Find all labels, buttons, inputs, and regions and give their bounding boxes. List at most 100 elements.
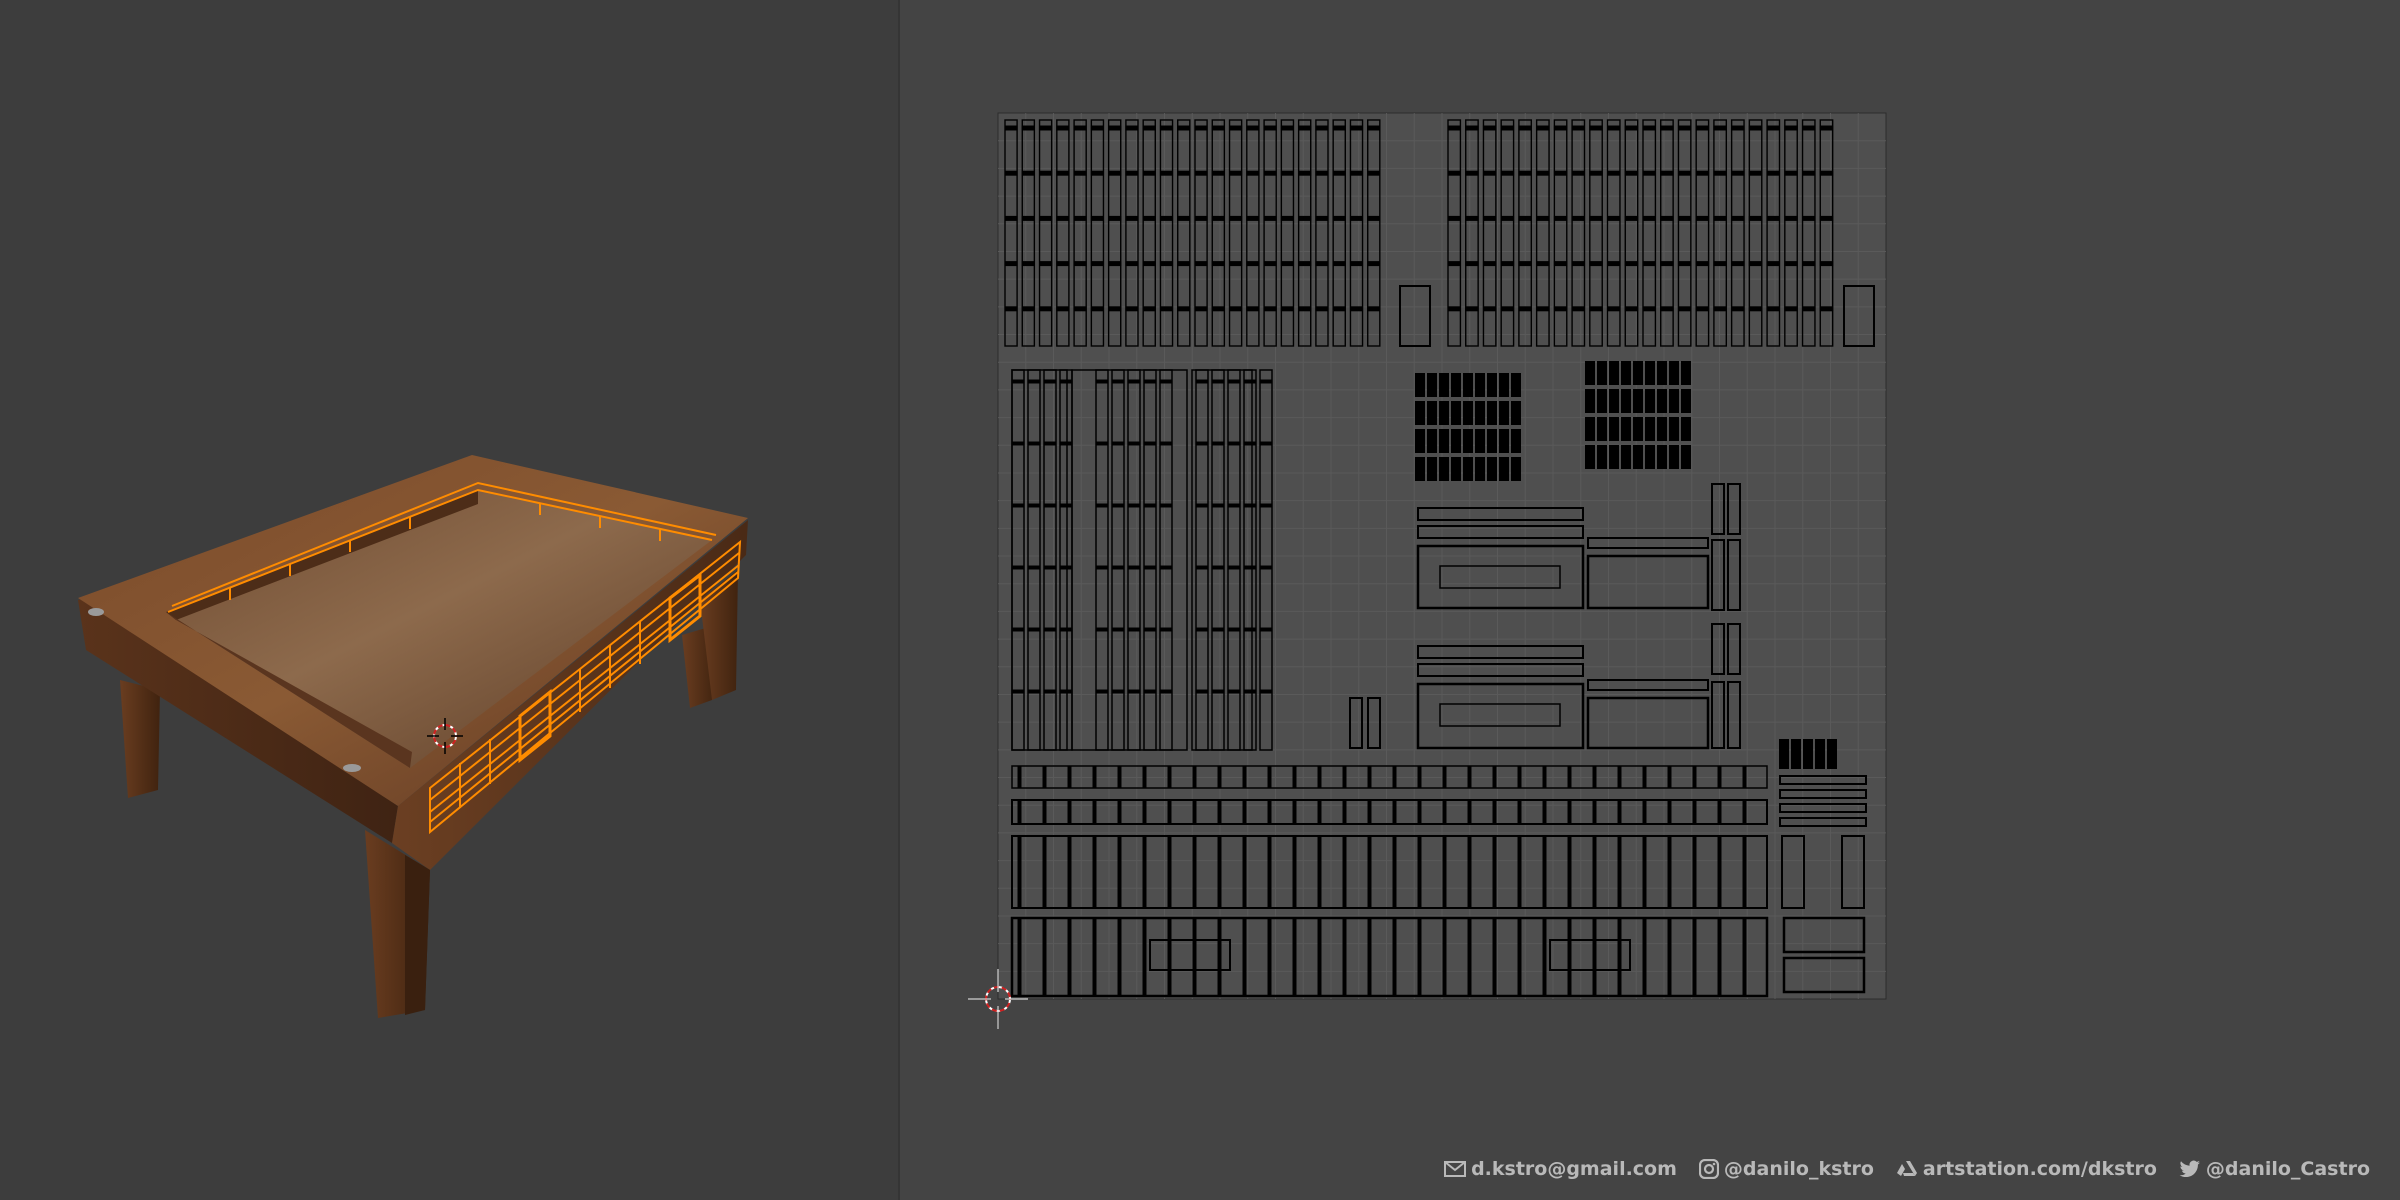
uv-island <box>1125 261 1139 267</box>
uv-island <box>1417 917 1422 997</box>
uv-island <box>1159 565 1173 570</box>
uv-island <box>1624 215 1639 221</box>
uv-island <box>1819 170 1834 176</box>
uv-island <box>1004 170 1018 176</box>
uv-island <box>1298 170 1312 176</box>
uv-island <box>1417 765 1422 789</box>
uv-island <box>1194 306 1208 312</box>
uv-island <box>1011 627 1025 632</box>
uv-island <box>1571 261 1585 267</box>
uv-island <box>1748 215 1763 221</box>
uv-island <box>1536 125 1550 131</box>
3d-viewport[interactable] <box>0 0 898 1200</box>
uv-island <box>1127 565 1141 570</box>
uv-island <box>1317 917 1322 997</box>
uv-island <box>1463 429 1473 453</box>
uv-island <box>1692 765 1697 789</box>
uv-island <box>1043 565 1057 570</box>
uv-island <box>1592 799 1597 825</box>
uv-island <box>1567 765 1572 789</box>
uv-island <box>1298 261 1312 267</box>
uv-island <box>1142 306 1156 312</box>
uv-island <box>1717 917 1722 997</box>
uv-island <box>1642 125 1656 131</box>
uv-island <box>1194 261 1208 267</box>
uv-island <box>1056 261 1070 267</box>
uv-canvas[interactable] <box>900 0 2400 1200</box>
uv-island <box>1017 799 1022 825</box>
uv-editor[interactable] <box>900 0 2400 1200</box>
uv-island <box>1617 765 1622 789</box>
uv-island <box>1043 441 1057 446</box>
uv-island <box>1011 503 1025 508</box>
uv-island <box>1073 306 1087 312</box>
uv-island <box>1642 261 1656 267</box>
uv-island <box>1211 215 1225 221</box>
uv-island <box>1677 215 1692 221</box>
uv-island <box>1607 170 1621 176</box>
uv-island <box>1791 739 1801 769</box>
uv-island <box>1589 125 1603 131</box>
contact-instagram[interactable]: @danilo_kstro <box>1698 1158 1874 1180</box>
uv-island <box>1633 389 1643 413</box>
table-model[interactable] <box>0 0 898 1200</box>
uv-island <box>1499 373 1509 397</box>
uv-island <box>1263 215 1277 221</box>
uv-island <box>1092 917 1097 997</box>
uv-island <box>1731 306 1745 312</box>
uv-island <box>1243 503 1257 508</box>
uv-island <box>1159 306 1174 312</box>
uv-island <box>1243 689 1257 694</box>
uv-island <box>1125 306 1139 312</box>
uv-island <box>1259 565 1273 570</box>
contact-twitter[interactable]: @danilo_Castro <box>2179 1158 2370 1180</box>
uv-island <box>1518 125 1532 131</box>
uv-island <box>1059 565 1073 570</box>
uv-island <box>1766 125 1780 131</box>
uv-island <box>1465 261 1479 267</box>
uv-island <box>1660 215 1674 221</box>
uv-island <box>1624 125 1639 131</box>
uv-island <box>1645 361 1655 385</box>
uv-island <box>1609 445 1619 469</box>
uv-island <box>1592 765 1597 789</box>
uv-island <box>1043 689 1057 694</box>
uv-island <box>1217 917 1222 997</box>
uv-island <box>1748 306 1763 312</box>
uv-island <box>1095 503 1109 508</box>
uv-island <box>1211 261 1225 267</box>
uv-island <box>1802 261 1816 267</box>
uv-island <box>1095 627 1109 632</box>
uv-island <box>1332 125 1346 131</box>
uv-island <box>1465 125 1479 131</box>
uv-island <box>1669 445 1679 469</box>
uv-island <box>1439 429 1449 453</box>
uv-island <box>1298 215 1312 221</box>
uv-island <box>1127 379 1141 384</box>
uv-island <box>1315 215 1329 221</box>
uv-island <box>1042 835 1047 909</box>
uv-island <box>1367 261 1381 267</box>
uv-island <box>1677 261 1692 267</box>
uv-island <box>1011 689 1025 694</box>
uv-island <box>1011 379 1025 384</box>
uv-island <box>1211 125 1225 131</box>
uv-island <box>1227 441 1241 446</box>
uv-island <box>1621 361 1631 385</box>
uv-island <box>1090 306 1104 312</box>
uv-island <box>1059 503 1073 508</box>
uv-island <box>1819 306 1834 312</box>
uv-island <box>1127 627 1141 632</box>
contact-artstation[interactable]: artstation.com/dkstro <box>1896 1158 2157 1180</box>
uv-island <box>1317 799 1322 825</box>
uv-island <box>1342 799 1347 825</box>
contact-email[interactable]: d.kstro@gmail.com <box>1444 1158 1677 1180</box>
twitter-icon <box>2179 1160 2201 1178</box>
uv-island <box>1315 306 1329 312</box>
uv-island <box>1417 799 1422 825</box>
uv-island <box>1092 765 1097 789</box>
uv-island <box>1229 215 1243 221</box>
uv-island <box>1633 417 1643 441</box>
uv-island <box>1667 835 1672 909</box>
uv-island <box>1043 503 1057 508</box>
